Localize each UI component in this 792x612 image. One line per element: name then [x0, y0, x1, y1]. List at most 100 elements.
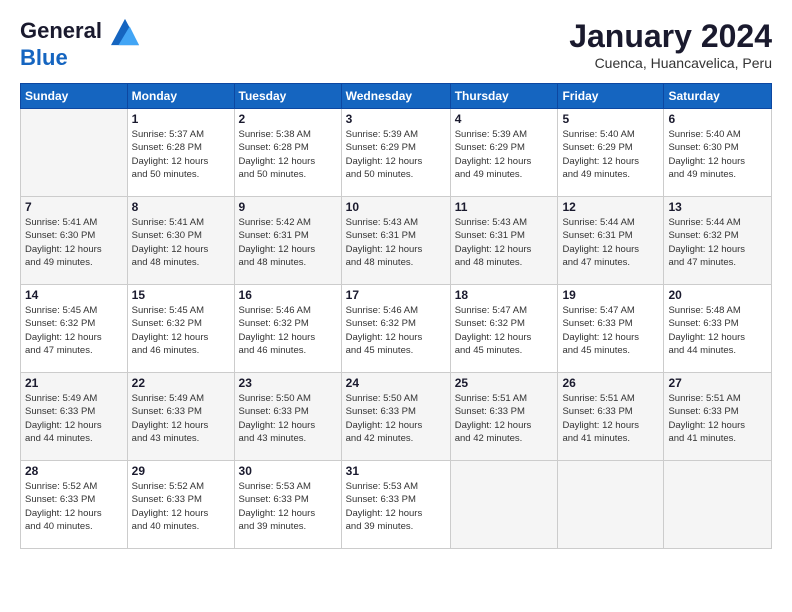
- day-number: 17: [346, 288, 446, 302]
- calendar-cell: [664, 461, 772, 549]
- calendar-cell: [450, 461, 558, 549]
- calendar-cell: 9 Sunrise: 5:42 AMSunset: 6:31 PMDaylight…: [234, 197, 341, 285]
- weekday-tuesday: Tuesday: [234, 84, 341, 109]
- day-number: 11: [455, 200, 554, 214]
- day-info: Sunrise: 5:44 AMSunset: 6:32 PMDaylight:…: [668, 216, 767, 269]
- day-info: Sunrise: 5:53 AMSunset: 6:33 PMDaylight:…: [239, 480, 337, 533]
- day-info: Sunrise: 5:43 AMSunset: 6:31 PMDaylight:…: [455, 216, 554, 269]
- day-number: 24: [346, 376, 446, 390]
- day-number: 26: [562, 376, 659, 390]
- calendar-cell: 18Sunrise: 5:47 AMSunset: 6:32 PMDayligh…: [450, 285, 558, 373]
- day-info: Sunrise: 5:51 AMSunset: 6:33 PMDaylight:…: [455, 392, 554, 445]
- calendar-cell: 15 Sunrise: 5:45 AMSunset: 6:32 PMDayligh…: [127, 285, 234, 373]
- weekday-thursday: Thursday: [450, 84, 558, 109]
- day-info: Sunrise: 5:45 AMSunset: 6:32 PMDaylight:…: [25, 304, 123, 357]
- page: General Blue January 2024 Cuenca, Huanca…: [0, 0, 792, 612]
- day-info: Sunrise: 5:51 AMSunset: 6:33 PMDaylight:…: [562, 392, 659, 445]
- calendar-cell: [21, 109, 128, 197]
- day-number: 4: [455, 112, 554, 126]
- day-info: Sunrise: 5:52 AMSunset: 6:33 PMDaylight:…: [132, 480, 230, 533]
- day-number: 13: [668, 200, 767, 214]
- day-number: 21: [25, 376, 123, 390]
- day-number: 10: [346, 200, 446, 214]
- calendar-cell: 24Sunrise: 5:50 AMSunset: 6:33 PMDayligh…: [341, 373, 450, 461]
- day-info: Sunrise: 5:47 AMSunset: 6:33 PMDaylight:…: [562, 304, 659, 357]
- month-title: January 2024: [569, 18, 772, 55]
- weekday-friday: Friday: [558, 84, 664, 109]
- week-row-4: 21 Sunrise: 5:49 AMSunset: 6:33 PMDayligh…: [21, 373, 772, 461]
- calendar-cell: 29Sunrise: 5:52 AMSunset: 6:33 PMDayligh…: [127, 461, 234, 549]
- day-number: 6: [668, 112, 767, 126]
- calendar-cell: 1 Sunrise: 5:37 AMSunset: 6:28 PMDaylight…: [127, 109, 234, 197]
- day-info: Sunrise: 5:44 AMSunset: 6:31 PMDaylight:…: [562, 216, 659, 269]
- week-row-1: 1 Sunrise: 5:37 AMSunset: 6:28 PMDaylight…: [21, 109, 772, 197]
- day-info: Sunrise: 5:37 AMSunset: 6:28 PMDaylight:…: [132, 128, 230, 181]
- calendar-cell: 27Sunrise: 5:51 AMSunset: 6:33 PMDayligh…: [664, 373, 772, 461]
- week-row-2: 7 Sunrise: 5:41 AMSunset: 6:30 PMDaylight…: [21, 197, 772, 285]
- day-info: Sunrise: 5:40 AMSunset: 6:30 PMDaylight:…: [668, 128, 767, 181]
- day-info: Sunrise: 5:50 AMSunset: 6:33 PMDaylight:…: [239, 392, 337, 445]
- calendar-cell: 21 Sunrise: 5:49 AMSunset: 6:33 PMDayligh…: [21, 373, 128, 461]
- calendar-cell: 10 Sunrise: 5:43 AMSunset: 6:31 PMDayligh…: [341, 197, 450, 285]
- day-info: Sunrise: 5:46 AMSunset: 6:32 PMDaylight:…: [346, 304, 446, 357]
- calendar-cell: 31 Sunrise: 5:53 AMSunset: 6:33 PMDayligh…: [341, 461, 450, 549]
- day-number: 30: [239, 464, 337, 478]
- weekday-header-row: SundayMondayTuesdayWednesdayThursdayFrid…: [21, 84, 772, 109]
- day-number: 25: [455, 376, 554, 390]
- calendar-cell: 22Sunrise: 5:49 AMSunset: 6:33 PMDayligh…: [127, 373, 234, 461]
- weekday-sunday: Sunday: [21, 84, 128, 109]
- day-info: Sunrise: 5:42 AMSunset: 6:31 PMDaylight:…: [239, 216, 337, 269]
- day-info: Sunrise: 5:48 AMSunset: 6:33 PMDaylight:…: [668, 304, 767, 357]
- day-info: Sunrise: 5:40 AMSunset: 6:29 PMDaylight:…: [562, 128, 659, 181]
- week-row-3: 14 Sunrise: 5:45 AMSunset: 6:32 PMDayligh…: [21, 285, 772, 373]
- logo: General Blue: [20, 18, 139, 70]
- calendar-cell: 23Sunrise: 5:50 AMSunset: 6:33 PMDayligh…: [234, 373, 341, 461]
- day-number: 9: [239, 200, 337, 214]
- calendar-cell: 19 Sunrise: 5:47 AMSunset: 6:33 PMDayligh…: [558, 285, 664, 373]
- day-info: Sunrise: 5:39 AMSunset: 6:29 PMDaylight:…: [455, 128, 554, 181]
- day-number: 15: [132, 288, 230, 302]
- day-info: Sunrise: 5:51 AMSunset: 6:33 PMDaylight:…: [668, 392, 767, 445]
- calendar-cell: 20 Sunrise: 5:48 AMSunset: 6:33 PMDayligh…: [664, 285, 772, 373]
- calendar-cell: 17 Sunrise: 5:46 AMSunset: 6:32 PMDayligh…: [341, 285, 450, 373]
- day-number: 19: [562, 288, 659, 302]
- calendar-cell: 2Sunrise: 5:38 AMSunset: 6:28 PMDaylight…: [234, 109, 341, 197]
- day-info: Sunrise: 5:49 AMSunset: 6:33 PMDaylight:…: [25, 392, 123, 445]
- calendar-cell: 26 Sunrise: 5:51 AMSunset: 6:33 PMDayligh…: [558, 373, 664, 461]
- calendar-cell: 14 Sunrise: 5:45 AMSunset: 6:32 PMDayligh…: [21, 285, 128, 373]
- day-info: Sunrise: 5:43 AMSunset: 6:31 PMDaylight:…: [346, 216, 446, 269]
- calendar-cell: [558, 461, 664, 549]
- header: General Blue January 2024 Cuenca, Huanca…: [20, 18, 772, 71]
- calendar-cell: 6 Sunrise: 5:40 AMSunset: 6:30 PMDaylight…: [664, 109, 772, 197]
- title-block: January 2024 Cuenca, Huancavelica, Peru: [569, 18, 772, 71]
- week-row-5: 28 Sunrise: 5:52 AMSunset: 6:33 PMDayligh…: [21, 461, 772, 549]
- day-number: 3: [346, 112, 446, 126]
- day-number: 1: [132, 112, 230, 126]
- day-number: 7: [25, 200, 123, 214]
- day-number: 16: [239, 288, 337, 302]
- day-info: Sunrise: 5:46 AMSunset: 6:32 PMDaylight:…: [239, 304, 337, 357]
- day-number: 28: [25, 464, 123, 478]
- day-number: 31: [346, 464, 446, 478]
- day-number: 12: [562, 200, 659, 214]
- weekday-monday: Monday: [127, 84, 234, 109]
- calendar-cell: 3 Sunrise: 5:39 AMSunset: 6:29 PMDaylight…: [341, 109, 450, 197]
- day-number: 2: [239, 112, 337, 126]
- day-number: 8: [132, 200, 230, 214]
- calendar-cell: 25 Sunrise: 5:51 AMSunset: 6:33 PMDayligh…: [450, 373, 558, 461]
- day-info: Sunrise: 5:39 AMSunset: 6:29 PMDaylight:…: [346, 128, 446, 181]
- day-info: Sunrise: 5:52 AMSunset: 6:33 PMDaylight:…: [25, 480, 123, 533]
- calendar: SundayMondayTuesdayWednesdayThursdayFrid…: [20, 83, 772, 549]
- calendar-cell: 30 Sunrise: 5:53 AMSunset: 6:33 PMDayligh…: [234, 461, 341, 549]
- day-number: 14: [25, 288, 123, 302]
- day-info: Sunrise: 5:45 AMSunset: 6:32 PMDaylight:…: [132, 304, 230, 357]
- day-info: Sunrise: 5:41 AMSunset: 6:30 PMDaylight:…: [25, 216, 123, 269]
- calendar-cell: 8Sunrise: 5:41 AMSunset: 6:30 PMDaylight…: [127, 197, 234, 285]
- weekday-saturday: Saturday: [664, 84, 772, 109]
- day-info: Sunrise: 5:53 AMSunset: 6:33 PMDaylight:…: [346, 480, 446, 533]
- day-number: 5: [562, 112, 659, 126]
- location: Cuenca, Huancavelica, Peru: [569, 55, 772, 71]
- day-number: 20: [668, 288, 767, 302]
- day-info: Sunrise: 5:47 AMSunset: 6:32 PMDaylight:…: [455, 304, 554, 357]
- logo-text: General: [20, 18, 139, 46]
